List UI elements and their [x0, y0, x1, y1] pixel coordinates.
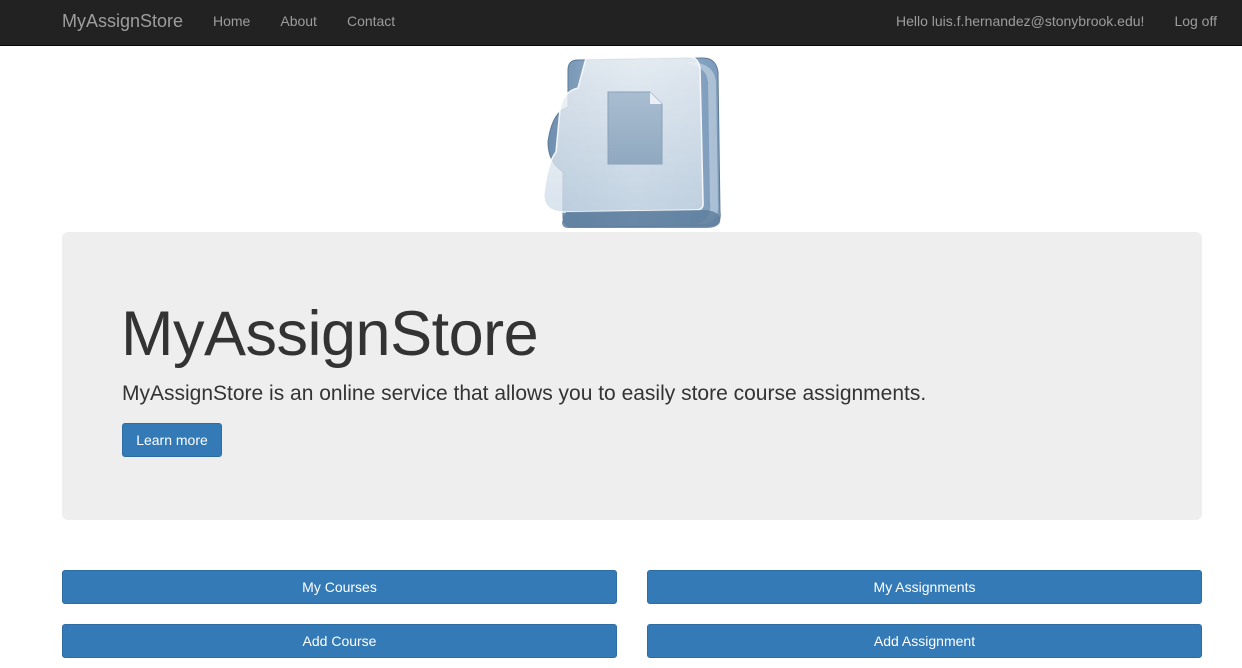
nav-user-area: Hello luis.f.hernandez@stonybrook.edu! L…	[881, 0, 1232, 46]
add-course-button[interactable]: Add Course	[62, 624, 617, 658]
learn-more-button[interactable]: Learn more	[122, 423, 222, 457]
nav-about-link[interactable]: About	[265, 0, 332, 46]
folder-document-icon	[538, 52, 728, 230]
nav-home-link[interactable]: Home	[198, 0, 265, 46]
logoff-link[interactable]: Log off	[1159, 0, 1232, 46]
page-title: MyAssignStore	[121, 299, 539, 369]
my-courses-button[interactable]: My Courses	[62, 570, 617, 604]
nav-contact-link[interactable]: Contact	[332, 0, 410, 46]
lead-description: MyAssignStore is an online service that …	[122, 382, 927, 405]
my-assignments-button[interactable]: My Assignments	[647, 570, 1202, 604]
top-navbar: MyAssignStore Home About Contact Hello l…	[0, 0, 1242, 46]
brand-link[interactable]: MyAssignStore	[62, 0, 183, 46]
user-greeting-link[interactable]: Hello luis.f.hernandez@stonybrook.edu!	[881, 0, 1159, 46]
add-assignment-button[interactable]: Add Assignment	[647, 624, 1202, 658]
jumbotron: MyAssignStore MyAssignStore is an online…	[62, 232, 1202, 520]
nav-links: Home About Contact	[198, 0, 410, 46]
